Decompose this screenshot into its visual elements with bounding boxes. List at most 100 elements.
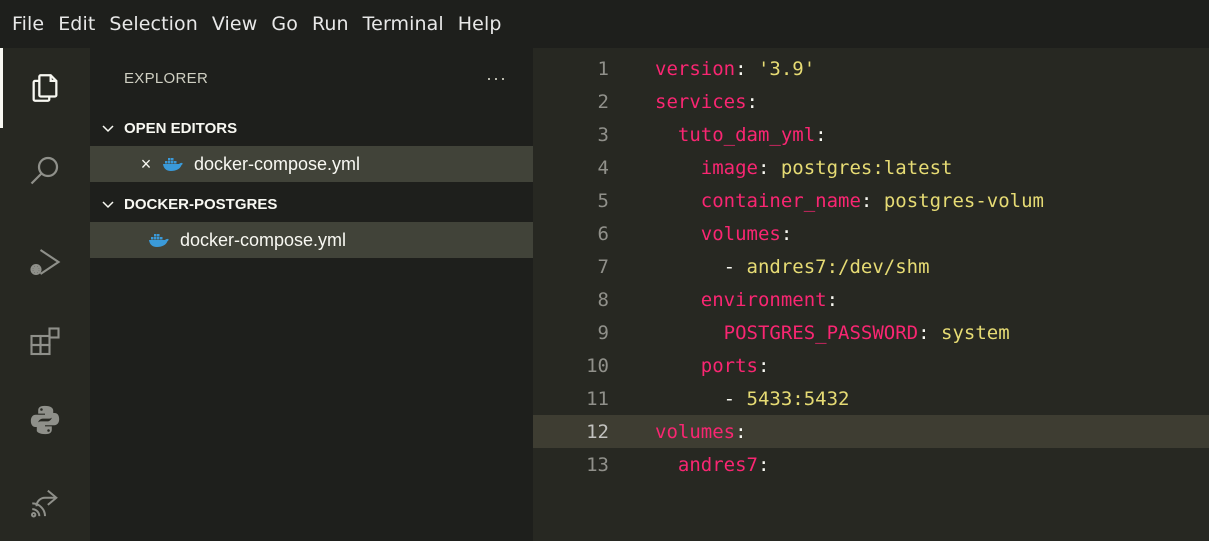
yaml-key: version bbox=[655, 57, 736, 80]
line-number: 10 bbox=[586, 354, 609, 377]
more-actions-button[interactable]: ··· bbox=[486, 68, 507, 89]
code-text: POSTGRES_PASSWORD: system bbox=[655, 322, 1010, 344]
folder-label: DOCKER-POSTGRES bbox=[124, 195, 278, 213]
open-editors-section[interactable]: OPEN EDITORS bbox=[90, 112, 533, 144]
code-line[interactable]: 9 POSTGRES_PASSWORD: system bbox=[533, 316, 1209, 349]
remote-icon[interactable] bbox=[0, 472, 90, 532]
code-text: volumes: bbox=[655, 222, 793, 245]
code-line[interactable]: 13 andres7: bbox=[533, 448, 1209, 481]
activity-bar bbox=[0, 48, 90, 541]
yaml-value: 5433:5432 bbox=[746, 387, 850, 410]
line-number: 2 bbox=[597, 90, 609, 113]
menu-help[interactable]: Help bbox=[458, 13, 502, 35]
menu-selection[interactable]: Selection bbox=[109, 13, 197, 35]
code-text: volumes: bbox=[655, 421, 747, 443]
yaml-separator: : bbox=[826, 288, 839, 311]
menu-view[interactable]: View bbox=[212, 13, 258, 35]
menu-run[interactable]: Run bbox=[312, 13, 349, 35]
menu-terminal[interactable]: Terminal bbox=[363, 13, 444, 35]
yaml-separator: : bbox=[735, 420, 747, 443]
line-number: 1 bbox=[597, 57, 609, 80]
yaml-key: volumes bbox=[700, 222, 781, 245]
yaml-value: '3.9' bbox=[757, 57, 816, 80]
file-name: docker-compose.yml bbox=[180, 229, 347, 250]
menu-file[interactable]: File bbox=[12, 13, 44, 35]
explorer-icon[interactable] bbox=[0, 58, 90, 118]
code-text: - 5433:5432 bbox=[655, 387, 850, 410]
code-editor[interactable]: 1 version: '3.9' 2 services: 3 tuto_dam_yml:… bbox=[533, 48, 1209, 541]
menu-go[interactable]: Go bbox=[271, 13, 298, 35]
line-number: 12 bbox=[586, 420, 609, 443]
code-line[interactable]: 3 tuto_dam_yml: bbox=[533, 118, 1209, 151]
menu-bar: File Edit Selection View Go Run Terminal… bbox=[0, 0, 1209, 48]
code-line[interactable]: 7 - andres7:/dev/shm bbox=[533, 250, 1209, 283]
code-line[interactable]: 10 ports: bbox=[533, 349, 1209, 382]
code-line[interactable]: 4 image: postgres:latest bbox=[533, 151, 1209, 184]
code-text: - andres7:/dev/shm bbox=[655, 256, 930, 278]
file-item[interactable]: docker-compose.yml bbox=[90, 222, 533, 258]
code-line[interactable]: 6 volumes: bbox=[533, 217, 1209, 250]
yaml-key: volumes bbox=[655, 420, 736, 443]
code-text: andres7: bbox=[655, 453, 770, 476]
yaml-separator: : bbox=[757, 354, 770, 377]
folder-section[interactable]: DOCKER-POSTGRES bbox=[90, 188, 533, 220]
line-number: 11 bbox=[586, 387, 609, 410]
yaml-key: services bbox=[655, 90, 747, 113]
code-line[interactable]: 2 services: bbox=[533, 85, 1209, 118]
close-icon[interactable]: × bbox=[136, 154, 156, 175]
code-line[interactable]: 8 environment: bbox=[533, 283, 1209, 316]
line-number: 13 bbox=[586, 453, 609, 476]
docker-icon bbox=[163, 158, 183, 171]
docker-icon bbox=[149, 234, 169, 247]
open-editor-item[interactable]: × docker-compose.yml bbox=[90, 146, 533, 182]
code-text: services: bbox=[655, 91, 758, 113]
yaml-key: image bbox=[700, 156, 758, 179]
yaml-separator: : bbox=[757, 453, 770, 476]
yaml-separator: - bbox=[723, 387, 747, 410]
yaml-value: system bbox=[941, 321, 1010, 344]
yaml-separator: : bbox=[735, 57, 758, 80]
python-icon[interactable] bbox=[0, 390, 90, 450]
menu-edit[interactable]: Edit bbox=[58, 13, 95, 35]
line-number: 9 bbox=[597, 321, 609, 344]
sidebar-title: EXPLORER bbox=[124, 69, 209, 87]
open-editor-filename: docker-compose.yml bbox=[194, 153, 361, 174]
line-number: 8 bbox=[597, 288, 609, 311]
code-text: container_name: postgres-volum bbox=[655, 190, 1044, 212]
line-number: 7 bbox=[597, 255, 609, 278]
yaml-separator: : bbox=[757, 156, 781, 179]
code-text: image: postgres:latest bbox=[655, 156, 953, 179]
explorer-sidebar: EXPLORER ··· OPEN EDITORS × docker-compo… bbox=[90, 48, 533, 541]
yaml-separator: : bbox=[918, 321, 941, 344]
extensions-icon[interactable] bbox=[0, 312, 90, 372]
yaml-separator: - bbox=[723, 255, 747, 278]
open-editors-label: OPEN EDITORS bbox=[124, 119, 238, 137]
yaml-separator: : bbox=[746, 90, 758, 113]
search-icon[interactable] bbox=[0, 140, 90, 200]
code-line[interactable]: 1 version: '3.9' bbox=[533, 52, 1209, 85]
chevron-down-icon bbox=[102, 125, 114, 133]
code-line[interactable]: 11 - 5433:5432 bbox=[533, 382, 1209, 415]
yaml-separator: : bbox=[780, 222, 793, 245]
line-number: 6 bbox=[597, 222, 609, 245]
run-debug-icon[interactable] bbox=[0, 232, 90, 292]
yaml-key: container_name bbox=[700, 189, 861, 212]
code-text: environment: bbox=[655, 289, 838, 311]
yaml-key: andres7 bbox=[677, 453, 758, 476]
code-line[interactable]: 5 container_name: postgres-volum bbox=[533, 184, 1209, 217]
yaml-key: POSTGRES_PASSWORD bbox=[723, 321, 919, 344]
code-line[interactable]: 12 volumes: bbox=[533, 415, 1209, 448]
yaml-separator: : bbox=[860, 189, 884, 212]
yaml-value: postgres:latest bbox=[780, 156, 953, 179]
yaml-value: andres7:/dev/shm bbox=[746, 255, 930, 278]
yaml-key: environment bbox=[700, 288, 827, 311]
